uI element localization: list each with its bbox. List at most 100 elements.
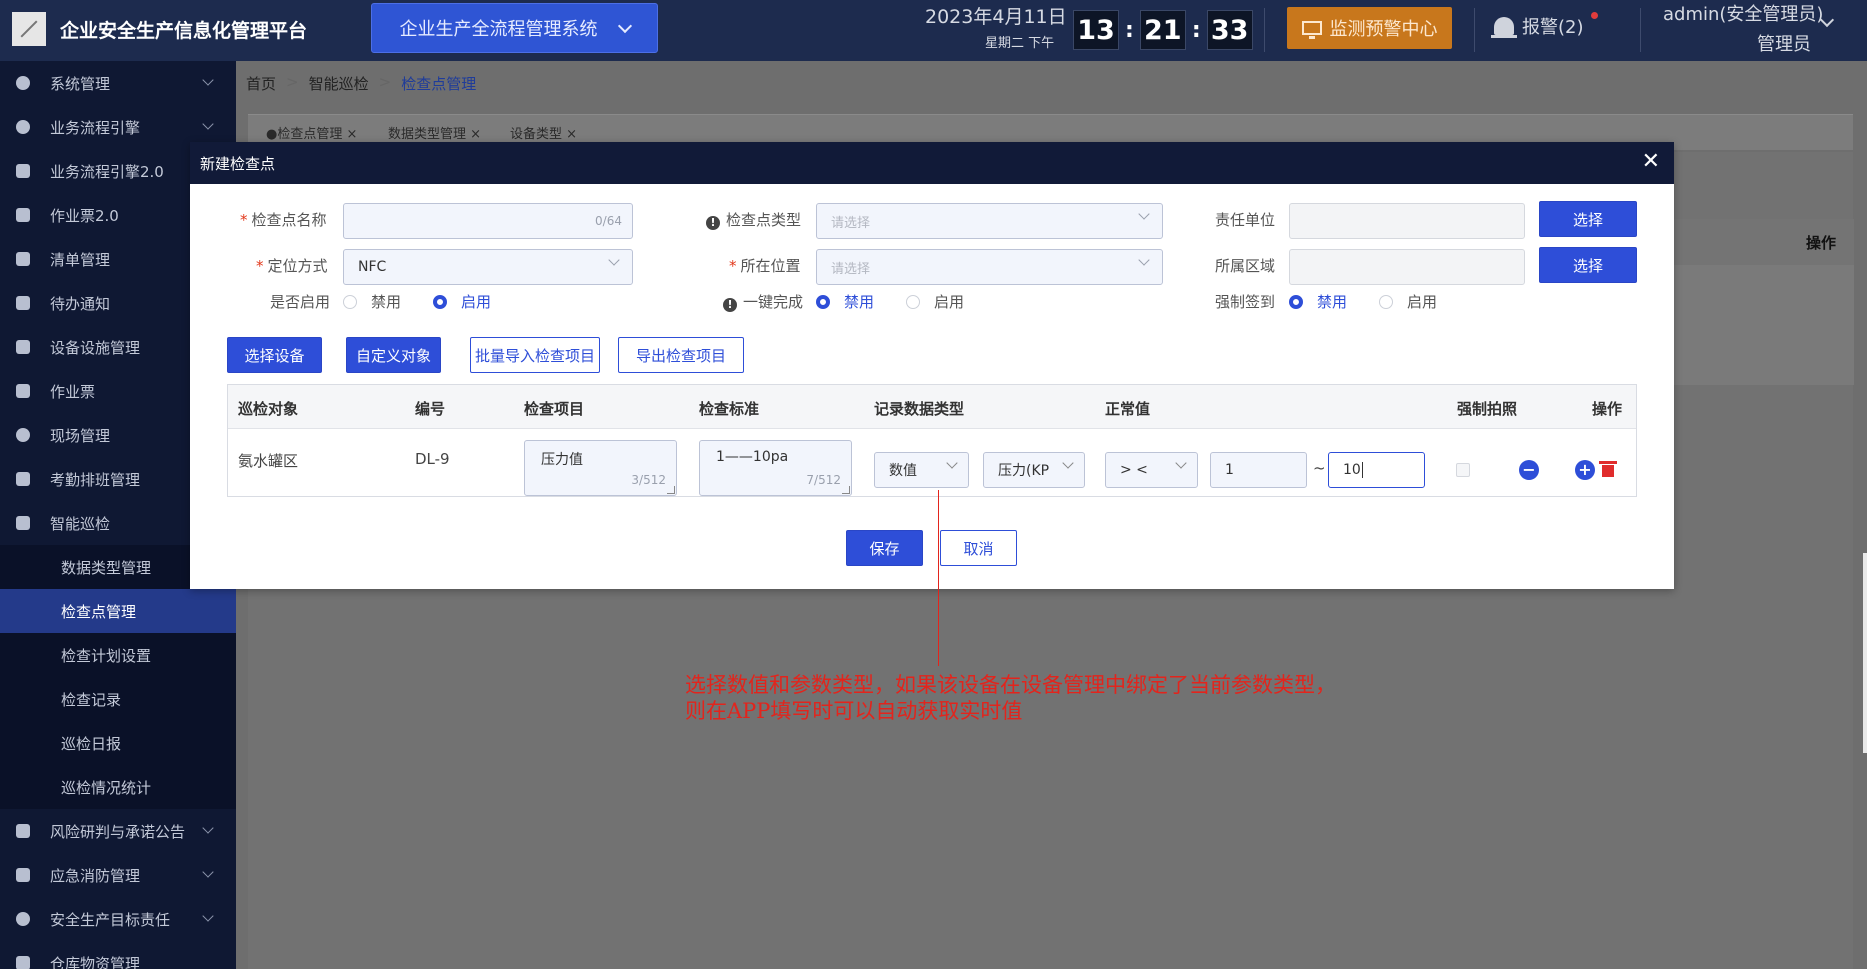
chevron-down-icon bbox=[1062, 457, 1074, 469]
resize-handle[interactable] bbox=[667, 486, 675, 494]
close-icon[interactable]: × bbox=[566, 127, 577, 142]
checkpoint-name-input[interactable]: 0/64 bbox=[343, 203, 633, 239]
sidebar-item-label: 仓库物资管理 bbox=[50, 954, 141, 969]
sidebar-subitem-records[interactable]: 检查记录 bbox=[0, 677, 236, 721]
globe-icon bbox=[16, 428, 30, 442]
plus-circle-icon[interactable]: + bbox=[1575, 460, 1595, 480]
user-name[interactable]: admin(安全管理员) bbox=[1663, 0, 1823, 26]
sidebar-item-risk[interactable]: 风险研判与承诺公告 bbox=[0, 809, 236, 853]
position-placeholder: 请选择 bbox=[831, 261, 871, 277]
table-header: 巡检对象 编号 检查项目 检查标准 记录数据类型 正常值 强制拍照 操作 bbox=[228, 385, 1636, 429]
sidebar-item-label: 业务流程引擎2.0 bbox=[50, 162, 164, 181]
scrollbar[interactable] bbox=[1863, 553, 1867, 753]
operator-select[interactable]: > < bbox=[1105, 452, 1198, 488]
sitemap-icon bbox=[16, 340, 30, 354]
radio-dot bbox=[816, 294, 830, 309]
tab-device-type[interactable]: 设备类型 × bbox=[510, 123, 577, 142]
type-placeholder: 请选择 bbox=[831, 215, 871, 231]
close-icon[interactable]: × bbox=[470, 127, 481, 142]
export-items-button[interactable]: 导出检查项目 bbox=[618, 337, 744, 373]
row-code: DL-9 bbox=[415, 450, 450, 468]
col-item: 检查项目 bbox=[524, 400, 585, 418]
alarm-button[interactable]: 报警(2) bbox=[1491, 13, 1584, 39]
locate-label: * 定位方式 bbox=[256, 257, 328, 275]
breadcrumb-current: 检查点管理 bbox=[401, 75, 477, 93]
close-icon[interactable]: ✕ bbox=[1642, 150, 1660, 174]
inspection-items-table: 巡检对象 编号 检查项目 检查标准 记录数据类型 正常值 强制拍照 操作 氨水罐… bbox=[227, 384, 1637, 497]
param-type-select[interactable]: 压力(KP bbox=[983, 452, 1085, 488]
radio-label: 启用 bbox=[934, 293, 965, 311]
breadcrumb-home[interactable]: 首页 bbox=[246, 73, 276, 94]
sidebar-item-emergency[interactable]: 应急消防管理 bbox=[0, 853, 236, 897]
sidebar-item-label: 应急消防管理 bbox=[50, 866, 141, 885]
tab-label: ●检查点管理 bbox=[266, 127, 343, 142]
monitor-icon bbox=[1301, 21, 1322, 39]
chevron-down-icon bbox=[617, 18, 632, 33]
save-button[interactable]: 保存 bbox=[846, 530, 923, 566]
position-label: * 所在位置 bbox=[729, 257, 801, 275]
check-standard-textarea[interactable]: 1——10pa 7/512 bbox=[699, 440, 852, 496]
tab-checkpoint[interactable]: ●检查点管理 × bbox=[266, 123, 357, 142]
chevron-down-icon bbox=[202, 822, 214, 834]
info-icon: ! bbox=[706, 216, 720, 230]
trash-icon[interactable] bbox=[1599, 461, 1617, 477]
batch-import-button[interactable]: 批量导入检查项目 bbox=[470, 337, 600, 373]
enable-off-radio[interactable]: 禁用 bbox=[343, 291, 401, 312]
enable-on-radio[interactable]: 启用 bbox=[433, 291, 491, 312]
cancel-button[interactable]: 取消 bbox=[940, 530, 1017, 566]
checkpoint-type-select[interactable]: 请选择 bbox=[816, 203, 1163, 239]
new-checkpoint-dialog: 新建检查点 ✕ * 检查点名称 0/64 ! 检查点类型 请选择 责任单位 选择 *… bbox=[190, 142, 1674, 589]
force-photo-checkbox[interactable] bbox=[1456, 463, 1470, 477]
data-type-value: 数值 bbox=[889, 463, 917, 479]
max-value-input[interactable]: 10 bbox=[1328, 452, 1425, 488]
sidebar-item-safety-goal[interactable]: 安全生产目标责任 bbox=[0, 897, 236, 941]
check-item-textarea[interactable]: 压力值 3/512 bbox=[524, 440, 677, 496]
tab-data-type[interactable]: 数据类型管理 × bbox=[388, 123, 481, 142]
position-select[interactable]: 请选择 bbox=[816, 249, 1163, 285]
breadcrumb-section[interactable]: 智能巡检 bbox=[309, 73, 369, 94]
signin-label: 强制签到 bbox=[1215, 293, 1276, 311]
target-icon bbox=[16, 912, 30, 926]
sidebar-item-system[interactable]: 系统管理 bbox=[0, 61, 236, 105]
col-standard: 检查标准 bbox=[699, 400, 760, 418]
alarm-badge-dot bbox=[1591, 12, 1598, 19]
bar-chart-icon bbox=[16, 472, 30, 486]
onekey-on-radio[interactable]: 启用 bbox=[906, 291, 964, 312]
radio-dot bbox=[1379, 294, 1393, 309]
range-separator: ~ bbox=[1313, 459, 1326, 477]
sidebar-item-warehouse[interactable]: 仓库物资管理 bbox=[0, 941, 236, 969]
custom-object-button[interactable]: 自定义对象 bbox=[346, 337, 441, 373]
check-item-value: 压力值 bbox=[541, 452, 583, 468]
signin-on-radio[interactable]: 启用 bbox=[1379, 291, 1437, 312]
sidebar-item-label: 智能巡检 bbox=[50, 514, 111, 533]
sidebar-subitem-daily-report[interactable]: 巡检日报 bbox=[0, 721, 236, 765]
chevron-down-icon bbox=[202, 118, 214, 130]
top-bar: 企业安全生产信息化管理平台 企业生产全流程管理系统 2023年4月11日 星期二… bbox=[0, 0, 1867, 61]
data-type-select[interactable]: 数值 bbox=[874, 452, 969, 488]
radio-label: 禁用 bbox=[371, 293, 402, 311]
user-role: 管理员 bbox=[1757, 34, 1811, 55]
sidebar-subitem-statistics[interactable]: 巡检情况统计 bbox=[0, 765, 236, 809]
grid-icon bbox=[16, 516, 30, 530]
operator-value: > < bbox=[1120, 462, 1148, 478]
ticket-icon bbox=[16, 384, 30, 398]
signin-off-radio[interactable]: 禁用 bbox=[1289, 291, 1347, 312]
resize-handle[interactable] bbox=[842, 486, 850, 494]
select-area-button[interactable]: 选择 bbox=[1539, 247, 1637, 283]
system-select[interactable]: 企业生产全流程管理系统 bbox=[371, 3, 658, 53]
sidebar-subitem-plan[interactable]: 检查计划设置 bbox=[0, 633, 236, 677]
check-item-count: 3/512 bbox=[631, 473, 666, 487]
select-device-button[interactable]: 选择设备 bbox=[227, 337, 322, 373]
select-unit-button[interactable]: 选择 bbox=[1539, 201, 1637, 237]
monitor-center-button[interactable]: 监测预警中心 bbox=[1287, 7, 1452, 49]
onekey-off-radio[interactable]: 禁用 bbox=[816, 291, 874, 312]
responsible-unit-input bbox=[1289, 203, 1525, 239]
divider bbox=[1264, 8, 1265, 52]
minus-circle-icon[interactable]: − bbox=[1519, 460, 1539, 480]
folder-icon bbox=[16, 956, 30, 969]
sidebar-subitem-checkpoint[interactable]: 检查点管理 bbox=[0, 589, 236, 633]
clock-hours: 13 bbox=[1073, 10, 1119, 50]
min-value-input[interactable]: 1 bbox=[1210, 452, 1307, 488]
close-icon[interactable]: × bbox=[346, 127, 357, 142]
locate-method-select[interactable]: NFC bbox=[343, 249, 633, 285]
